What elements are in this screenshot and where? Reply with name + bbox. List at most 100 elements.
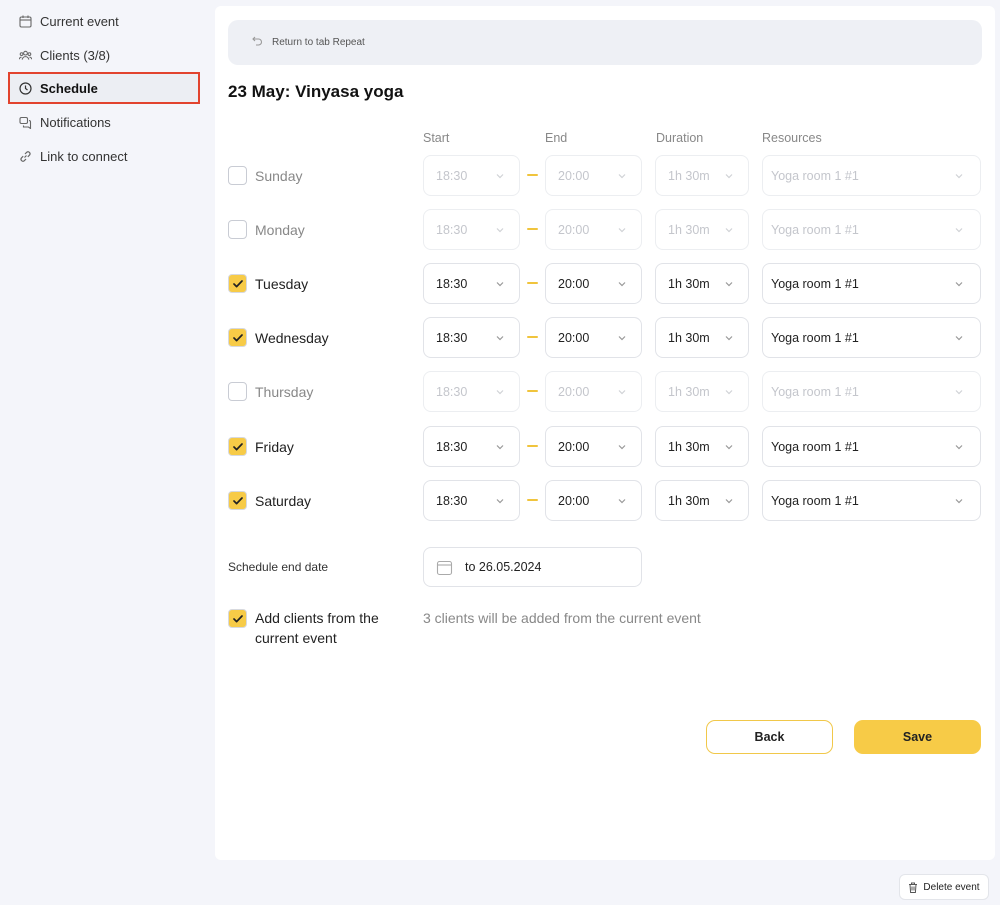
start-time-select[interactable]: 18:30 <box>423 155 520 196</box>
checkbox[interactable] <box>228 274 247 293</box>
delete-event-button[interactable]: Delete event <box>899 874 989 900</box>
end-time-select[interactable]: 20:00 <box>545 480 642 521</box>
end-time-select[interactable]: 20:00 <box>545 263 642 304</box>
chevron-down-icon <box>495 224 505 234</box>
sidebar-item-notifications[interactable]: Notifications <box>8 106 200 138</box>
chevron-down-icon <box>617 224 627 234</box>
day-label: Monday <box>255 221 305 238</box>
column-header-resources: Resources <box>762 131 822 145</box>
duration-select[interactable]: 1h 30m <box>655 317 749 358</box>
day-checkbox[interactable]: Saturday <box>228 480 311 521</box>
resource-select[interactable]: Yoga room 1 #1 <box>762 209 981 250</box>
start-time-select[interactable]: 18:30 <box>423 209 520 250</box>
day-label: Sunday <box>255 167 303 184</box>
sidebar-item-label: Clients (3/8) <box>40 47 111 63</box>
duration-value: 1h 30m <box>668 168 710 183</box>
chevron-down-icon <box>724 386 734 396</box>
undo-icon <box>252 36 263 49</box>
chevron-down-icon <box>617 332 627 342</box>
time-range-dash <box>527 499 538 501</box>
start-time-value: 18:30 <box>436 222 468 237</box>
chevron-down-icon <box>724 224 734 234</box>
resource-select[interactable]: Yoga room 1 #1 <box>762 263 981 304</box>
return-label: Return to tab Repeat <box>272 37 365 48</box>
day-checkbox[interactable]: Friday <box>228 426 294 467</box>
resource-select[interactable]: Yoga room 1 #1 <box>762 371 981 412</box>
resource-value: Yoga room 1 #1 <box>771 168 859 183</box>
clients-note: 3 clients will be added from the current… <box>423 610 701 626</box>
chevron-down-icon <box>724 278 734 288</box>
day-checkbox[interactable]: Tuesday <box>228 263 308 304</box>
duration-value: 1h 30m <box>668 330 710 345</box>
end-time-select[interactable]: 20:00 <box>545 426 642 467</box>
sidebar-item-link-to-connect[interactable]: Link to connect <box>8 140 200 172</box>
resource-select[interactable]: Yoga room 1 #1 <box>762 155 981 196</box>
save-button[interactable]: Save <box>854 720 981 754</box>
resource-select[interactable]: Yoga room 1 #1 <box>762 480 981 521</box>
sidebar-item-current-event[interactable]: Current event <box>8 5 200 37</box>
resource-select[interactable]: Yoga room 1 #1 <box>762 426 981 467</box>
start-time-select[interactable]: 18:30 <box>423 480 520 521</box>
checkbox[interactable] <box>228 220 247 239</box>
start-time-select[interactable]: 18:30 <box>423 317 520 358</box>
checkbox[interactable] <box>228 166 247 185</box>
sidebar-item-label: Link to connect <box>40 148 128 164</box>
start-time-value: 18:30 <box>436 330 468 345</box>
chevron-down-icon <box>495 495 505 505</box>
day-checkbox[interactable]: Sunday <box>228 155 302 196</box>
sidebar-item-clients[interactable]: Clients (3/8) <box>8 39 200 71</box>
chevron-down-icon <box>617 386 627 396</box>
checkbox[interactable] <box>228 328 247 347</box>
chevron-down-icon <box>954 224 964 234</box>
clock-icon <box>19 81 32 95</box>
checkbox[interactable] <box>228 437 247 456</box>
duration-select[interactable]: 1h 30m <box>655 263 749 304</box>
day-checkbox[interactable]: Wednesday <box>228 317 329 358</box>
duration-value: 1h 30m <box>668 222 710 237</box>
back-button[interactable]: Back <box>706 720 833 754</box>
resource-value: Yoga room 1 #1 <box>771 276 859 291</box>
chevron-down-icon <box>954 170 964 180</box>
checkbox[interactable] <box>228 491 247 510</box>
resource-select[interactable]: Yoga room 1 #1 <box>762 317 981 358</box>
schedule-row-tuesday: Tuesday 18:30 20:00 1h 30m Yoga room 1 #1 <box>228 263 982 304</box>
return-to-tab-button[interactable]: Return to tab Repeat <box>228 20 982 65</box>
end-time-select[interactable]: 20:00 <box>545 209 642 250</box>
chevron-down-icon <box>724 495 734 505</box>
checkbox[interactable] <box>228 609 247 628</box>
resource-value: Yoga room 1 #1 <box>771 493 859 508</box>
day-checkbox[interactable]: Thursday <box>228 371 313 412</box>
day-label: Wednesday <box>255 329 329 346</box>
start-time-select[interactable]: 18:30 <box>423 371 520 412</box>
day-checkbox[interactable]: Monday <box>228 209 305 250</box>
sidebar-item-label: Schedule <box>40 80 98 96</box>
start-time-select[interactable]: 18:30 <box>423 263 520 304</box>
start-time-value: 18:30 <box>436 168 468 183</box>
delete-label: Delete event <box>923 881 980 893</box>
chevron-down-icon <box>617 495 627 505</box>
schedule-end-date-field[interactable]: to 26.05.2024 <box>423 547 642 587</box>
end-time-value: 20:00 <box>558 384 590 399</box>
chevron-down-icon <box>724 441 734 451</box>
duration-select[interactable]: 1h 30m <box>655 209 749 250</box>
chevron-down-icon <box>954 495 964 505</box>
schedule-row-monday: Monday 18:30 20:00 1h 30m Yoga room 1 #1 <box>228 209 982 250</box>
start-time-value: 18:30 <box>436 276 468 291</box>
end-time-select[interactable]: 20:00 <box>545 155 642 196</box>
time-range-dash <box>527 282 538 284</box>
end-time-value: 20:00 <box>558 276 590 291</box>
duration-select[interactable]: 1h 30m <box>655 480 749 521</box>
checkbox[interactable] <box>228 382 247 401</box>
start-time-select[interactable]: 18:30 <box>423 426 520 467</box>
day-label: Tuesday <box>255 275 309 292</box>
end-time-select[interactable]: 20:00 <box>545 371 642 412</box>
sidebar-item-schedule[interactable]: Schedule <box>8 72 200 104</box>
add-clients-checkbox[interactable]: Add clients from the current event <box>228 608 405 648</box>
chevron-down-icon <box>495 441 505 451</box>
chat-icon <box>19 116 32 129</box>
end-time-select[interactable]: 20:00 <box>545 317 642 358</box>
duration-select[interactable]: 1h 30m <box>655 426 749 467</box>
duration-select[interactable]: 1h 30m <box>655 155 749 196</box>
duration-select[interactable]: 1h 30m <box>655 371 749 412</box>
resource-value: Yoga room 1 #1 <box>771 330 859 345</box>
